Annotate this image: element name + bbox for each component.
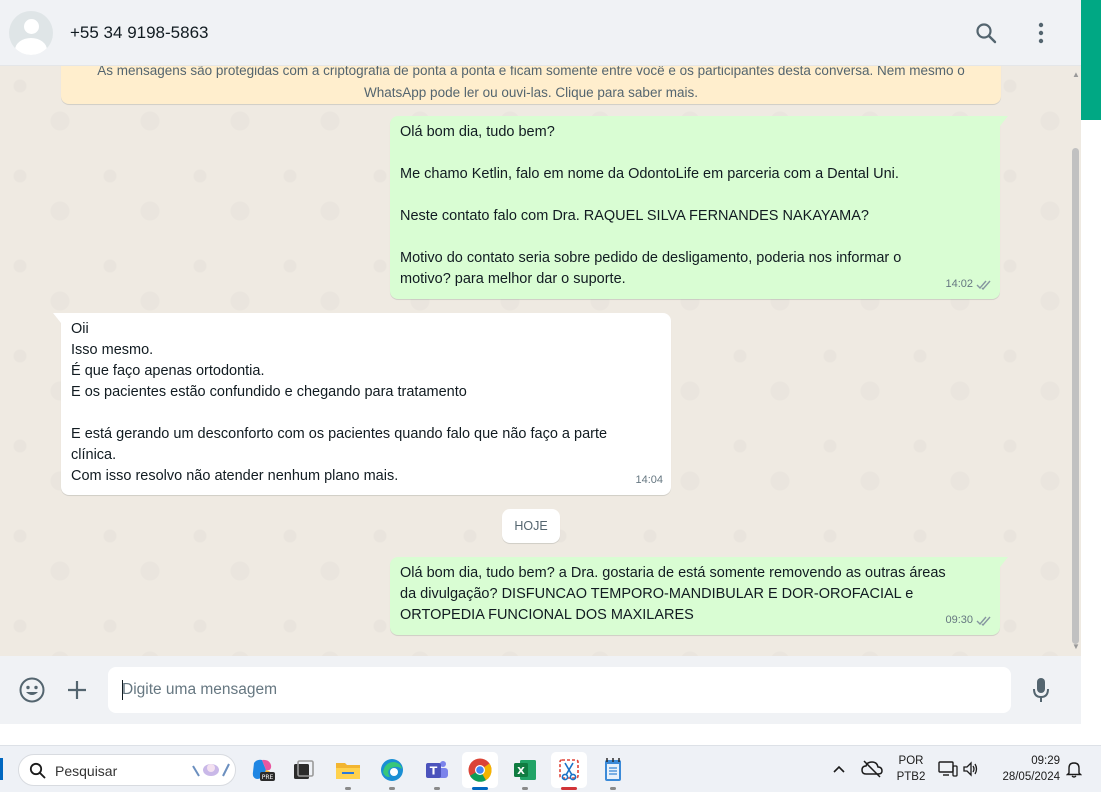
message-list[interactable]: As mensagens são protegidas com a cripto…: [0, 66, 1081, 656]
app-running-indicator: [522, 787, 528, 790]
message-text-line: clínica.: [71, 447, 117, 463]
message-text-line: E os pacientes estão confundido e chegan…: [71, 384, 467, 400]
message-bubble-incoming[interactable]: Oii Isso mesmo. É que faço apenas ortodo…: [53, 313, 671, 495]
message-text-line: Olá bom dia, tudo bem? a Dra. gostaria d…: [400, 565, 946, 581]
scrollbar-thumb[interactable]: [1072, 148, 1079, 644]
message-meta: 14:02: [945, 274, 992, 295]
message-text-line: Motivo do contato seria sobre pedido de …: [400, 250, 902, 266]
app-running-indicator: [434, 787, 440, 790]
encryption-notice-line1: As mensagens são protegidas com a cripto…: [97, 66, 965, 78]
snipping-tool-icon[interactable]: [551, 752, 587, 790]
message-meta: 14:04: [635, 470, 663, 491]
chat-scrollbar[interactable]: ▲ ▼: [1070, 66, 1081, 656]
app-running-indicator: [389, 787, 395, 790]
message-meta: 09:30: [945, 610, 992, 631]
whatsapp-window: +55 34 9198-5863 As mensagens são proteg…: [0, 0, 1081, 724]
message-text-line: Isso mesmo.: [71, 342, 154, 358]
message-text-line: Com isso resolvo não atender nenhum plan…: [71, 468, 399, 484]
search-icon[interactable]: [973, 20, 999, 46]
contact-name[interactable]: +55 34 9198-5863: [70, 23, 209, 43]
keyboard-layout[interactable]: PTB2: [893, 771, 929, 783]
copilot-app-icon[interactable]: PRE: [244, 752, 280, 788]
network-icon[interactable]: [938, 760, 958, 778]
day-divider: HOJE: [502, 509, 560, 543]
message-bubble-outgoing[interactable]: Olá bom dia, tudo bem? Me chamo Ketlin, …: [390, 116, 1008, 299]
bubble-tail: [53, 313, 61, 323]
message-text-line: Oii: [71, 321, 89, 337]
message-time: 09:30: [945, 614, 973, 626]
window-edge-accent: [1081, 0, 1101, 120]
message-input[interactable]: [108, 667, 1011, 713]
app-running-indicator: [610, 787, 616, 790]
message-text-line: [400, 143, 990, 164]
excel-icon[interactable]: X: [507, 752, 543, 790]
message-bubble-outgoing[interactable]: Olá bom dia, tudo bem? a Dra. gostaria d…: [390, 557, 1008, 635]
task-view-icon[interactable]: [285, 752, 321, 788]
tray-overflow-chevron-icon[interactable]: [832, 763, 846, 775]
search-icon: [29, 762, 46, 779]
taskbar-search[interactable]: Pesquisar: [18, 754, 236, 786]
double-check-icon: [976, 280, 991, 290]
bubble-tail: [1000, 557, 1008, 567]
message-text-line: Neste contato falo com Dra. RAQUEL SILVA…: [400, 208, 869, 224]
window-edge: [1081, 0, 1101, 745]
teams-icon[interactable]: T: [419, 752, 455, 790]
cloud-offline-icon[interactable]: [861, 759, 883, 779]
double-check-icon: [976, 616, 991, 626]
message-text-line: É que faço apenas ortodontia.: [71, 363, 265, 379]
message-time: 14:02: [945, 278, 973, 290]
text-caret: [122, 680, 123, 700]
windows-taskbar: Pesquisar PRE T X POR PTB2 09:29 28/05/2…: [0, 745, 1101, 792]
message-text-line: da divulgação? DISFUNCAO TEMPORO-MANDIBU…: [400, 586, 914, 602]
search-highlight-icon: [192, 763, 230, 777]
menu-kebab-icon[interactable]: [1028, 20, 1054, 46]
app-running-indicator: [561, 787, 577, 790]
contact-avatar[interactable]: [9, 11, 53, 55]
message-text-line: [400, 227, 990, 248]
taskbar-search-label: Pesquisar: [55, 763, 118, 779]
encryption-notice-line2: WhatsApp pode ler ou ouvi-las. Clique pa…: [364, 85, 698, 100]
app-running-indicator: [345, 787, 351, 790]
scroll-down-arrow-icon[interactable]: ▼: [1072, 642, 1080, 651]
microphone-icon[interactable]: [1027, 676, 1055, 704]
message-text-line: Olá bom dia, tudo bem?: [400, 124, 555, 140]
desktop-background: [0, 724, 1101, 745]
message-text-line: [71, 403, 661, 424]
clock-time[interactable]: 09:29: [1010, 755, 1060, 767]
svg-text:T: T: [430, 765, 438, 778]
notepad-icon[interactable]: [595, 752, 631, 790]
input-language[interactable]: POR: [893, 755, 929, 767]
widgets-indicator[interactable]: [0, 758, 3, 780]
encryption-notice[interactable]: As mensagens são protegidas com a cripto…: [61, 66, 1001, 104]
emoji-icon[interactable]: [18, 676, 46, 704]
notification-bell-icon[interactable]: [1066, 760, 1082, 778]
message-text-line: Me chamo Ketlin, falo em nome da OdontoL…: [400, 166, 899, 182]
edge-browser-icon[interactable]: [374, 752, 410, 790]
message-text-line: motivo? para melhor dar o suporte.: [400, 271, 626, 287]
message-text-line: E está gerando um desconforto com os pac…: [71, 426, 608, 442]
chrome-browser-icon[interactable]: [462, 752, 498, 790]
clock-date[interactable]: 28/05/2024: [990, 771, 1060, 783]
svg-text:X: X: [517, 766, 525, 777]
avatar-body: [15, 38, 47, 55]
attach-plus-icon[interactable]: [63, 676, 91, 704]
message-text-line: [400, 185, 990, 206]
app-active-indicator: [472, 787, 488, 790]
bubble-tail: [1000, 116, 1008, 126]
avatar-head: [24, 19, 39, 34]
scroll-up-arrow-icon[interactable]: ▲: [1072, 70, 1080, 79]
message-time: 14:04: [635, 474, 663, 486]
volume-icon[interactable]: [962, 760, 980, 778]
composer-bar: [0, 656, 1081, 724]
file-explorer-icon[interactable]: [330, 752, 366, 790]
svg-text:PRE: PRE: [262, 774, 274, 781]
chat-header[interactable]: +55 34 9198-5863: [0, 0, 1081, 66]
message-text-line: ORTOPEDIA FUNCIONAL DOS MAXILARES: [400, 607, 694, 623]
